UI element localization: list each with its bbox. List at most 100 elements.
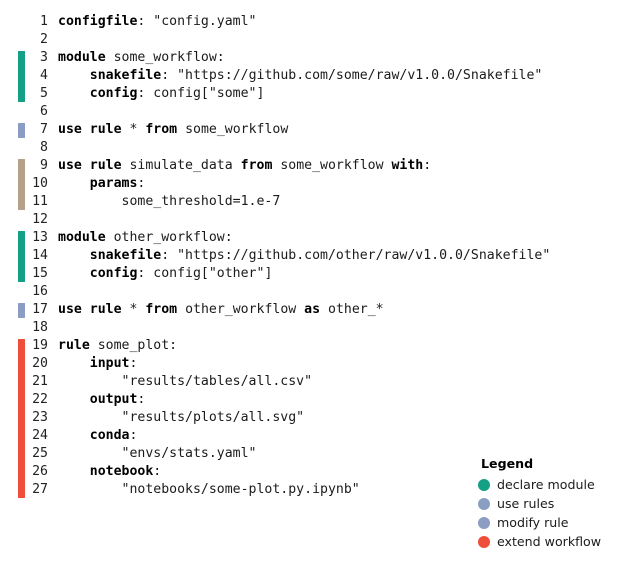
line-content: input:: [58, 355, 138, 373]
code-token: "results/plots/all.svg": [58, 410, 305, 425]
line-content: use rule * from some_workflow: [58, 121, 288, 139]
code-token: *: [121, 302, 146, 317]
code-token: some_workflow: [272, 158, 392, 173]
code-line[interactable]: 1 configfile: "config.yaml": [0, 13, 620, 31]
code-line[interactable]: 4 snakefile: "https://github.com/some/ra…: [0, 67, 620, 85]
code-token: :: [137, 176, 146, 191]
code-token: : config["other"]: [137, 266, 273, 281]
code-line[interactable]: 6: [0, 103, 620, 121]
legend-item: modify rule: [478, 513, 620, 532]
code-line[interactable]: 24 conda:: [0, 427, 620, 445]
keyword-token: output: [89, 392, 138, 407]
keyword-token: config: [89, 266, 138, 281]
line-content: output:: [58, 391, 146, 409]
line-content: "envs/stats.yaml": [58, 445, 257, 463]
line-number: 12: [32, 212, 48, 227]
code-line[interactable]: 15 config: config["other"]: [0, 265, 620, 283]
legend-item-label: modify rule: [497, 514, 569, 530]
code-line[interactable]: 14 snakefile: "https://github.com/other/…: [0, 247, 620, 265]
code-token: some_threshold=1.e-7: [58, 194, 281, 209]
code-token: : "https://github.com/some/raw/v1.0.0/Sn…: [161, 68, 543, 83]
code-token: "results/tables/all.csv": [58, 374, 313, 389]
line-number: 10: [32, 176, 48, 191]
line-number: 21: [32, 374, 48, 389]
code-line[interactable]: 12: [0, 211, 620, 229]
code-line[interactable]: 23 "results/plots/all.svg": [0, 409, 620, 427]
code-token: *: [121, 122, 146, 137]
code-line[interactable]: 20 input:: [0, 355, 620, 373]
line-number: 7: [40, 122, 48, 137]
line-number: 19: [32, 338, 48, 353]
code-token: :: [423, 158, 432, 173]
line-content: rule some_plot:: [58, 337, 177, 355]
code-line[interactable]: 19 rule some_plot:: [0, 337, 620, 355]
keyword-token: rule: [58, 338, 90, 353]
line-content: params:: [58, 175, 146, 193]
keyword-token: from: [145, 302, 178, 317]
code-token: "envs/stats.yaml": [58, 446, 257, 461]
legend-color-dot: [478, 497, 490, 510]
keyword-token: params: [89, 176, 138, 191]
line-number: 22: [32, 392, 48, 407]
line-number: 24: [32, 428, 48, 443]
code-line[interactable]: 5 config: config["some"]: [0, 85, 620, 103]
line-number: 27: [32, 482, 48, 497]
line-content: use rule * from other_workflow as other_…: [58, 301, 384, 319]
code-token: simulate_data: [121, 158, 241, 173]
code-line[interactable]: 3 module some_workflow:: [0, 49, 620, 67]
line-content: configfile: "config.yaml": [58, 13, 257, 31]
line-content: module some_workflow:: [58, 49, 225, 67]
line-content: notebook:: [58, 463, 161, 481]
code-line[interactable]: 17 use rule * from other_workflow as othe…: [0, 301, 620, 319]
legend-item-label: extend workflow: [497, 533, 602, 549]
keyword-token: with: [391, 158, 424, 173]
code-line[interactable]: 18: [0, 319, 620, 337]
line-number: 1: [40, 14, 48, 29]
line-number: 5: [40, 86, 48, 101]
code-token: : "config.yaml": [137, 14, 257, 29]
code-line[interactable]: 11 some_threshold=1.e-7: [0, 193, 620, 211]
code-line[interactable]: 21 "results/tables/all.csv": [0, 373, 620, 391]
keyword-token: config: [89, 86, 138, 101]
line-content: module other_workflow:: [58, 229, 233, 247]
line-number: 4: [40, 68, 48, 83]
legend-color-dot: [478, 478, 490, 491]
code-token: :: [129, 428, 138, 443]
keyword-token: input: [89, 356, 130, 371]
line-number: 13: [32, 230, 48, 245]
line-number: 20: [32, 356, 48, 371]
code-token: : "https://github.com/other/raw/v1.0.0/S…: [161, 248, 551, 263]
line-number: 16: [32, 284, 48, 299]
code-line[interactable]: 13 module other_workflow:: [0, 229, 620, 247]
code-line[interactable]: 2: [0, 31, 620, 49]
legend-title: Legend: [481, 456, 534, 471]
code-line[interactable]: 7 use rule * from some_workflow: [0, 121, 620, 139]
keyword-token: use rule: [58, 302, 122, 317]
code-line[interactable]: 9 use rule simulate_data from some_workfl…: [0, 157, 620, 175]
code-line[interactable]: 10 params:: [0, 175, 620, 193]
line-number: 15: [32, 266, 48, 281]
line-content: "notebooks/some-plot.py.ipynb": [58, 481, 360, 499]
legend-items: declare module use rules modify rule extend…: [478, 475, 620, 551]
code-line[interactable]: 22 output:: [0, 391, 620, 409]
code-token: :: [137, 392, 146, 407]
code-token: other_workflow:: [105, 230, 233, 245]
line-number: 25: [32, 446, 48, 461]
keyword-token: from: [240, 158, 273, 173]
legend-item-label: use rules: [497, 495, 555, 511]
code-line[interactable]: 8: [0, 139, 620, 157]
legend-color-dot: [478, 535, 490, 548]
keyword-token: snakefile: [89, 68, 162, 83]
legend-item: extend workflow: [478, 532, 620, 551]
code-token: other_*: [320, 302, 384, 317]
code-line[interactable]: 16: [0, 283, 620, 301]
line-content: some_threshold=1.e-7: [58, 193, 281, 211]
line-number: 8: [40, 140, 48, 155]
legend-item: use rules: [478, 494, 620, 513]
